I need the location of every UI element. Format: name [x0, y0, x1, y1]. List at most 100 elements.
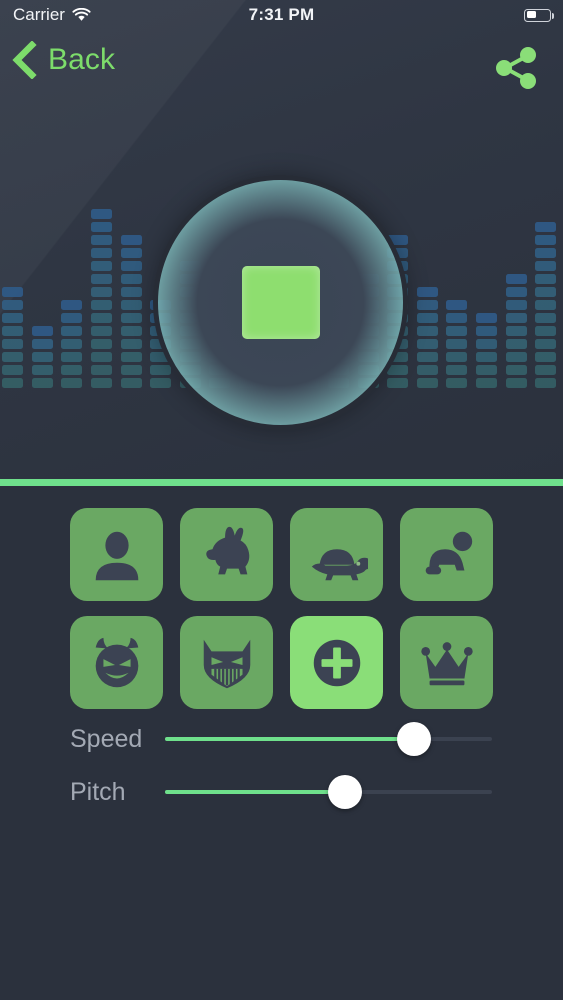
- equalizer-segment: [535, 339, 557, 349]
- equalizer-segment: [446, 313, 468, 323]
- equalizer-segment: [416, 365, 438, 375]
- equalizer-segment: [120, 235, 142, 245]
- equalizer-segment: [120, 352, 142, 362]
- equalizer-segment: [535, 326, 557, 336]
- effect-tile-baby[interactable]: [400, 508, 493, 601]
- slider-track-pitch[interactable]: [165, 775, 492, 809]
- equalizer-segment: [90, 378, 112, 388]
- equalizer-segment: [535, 248, 557, 258]
- equalizer-segment: [61, 339, 83, 349]
- equalizer-segment: [31, 339, 53, 349]
- equalizer-segment: [31, 378, 53, 388]
- equalizer-segment: [61, 313, 83, 323]
- chevron-left-icon: [12, 41, 37, 79]
- equalizer-segment: [2, 352, 23, 362]
- slider-label: Pitch: [70, 778, 126, 806]
- equalizer-segment: [61, 378, 83, 388]
- equalizer-segment: [535, 352, 557, 362]
- crown-icon: [416, 632, 478, 694]
- equalizer-segment: [90, 339, 112, 349]
- equalizer-segment: [2, 326, 23, 336]
- status-right: [524, 8, 555, 22]
- equalizer-segment: [535, 274, 557, 284]
- equalizer-segment: [476, 352, 498, 362]
- navigation-bar: Back: [0, 30, 563, 92]
- equalizer-segment: [416, 313, 438, 323]
- equalizer-segment: [90, 222, 112, 232]
- equalizer-segment: [90, 313, 112, 323]
- app-screen: Carrier 7:31 PM Back Speed Pitch: [0, 0, 563, 1000]
- share-icon: [496, 47, 536, 89]
- equalizer-segment: [90, 326, 112, 336]
- effect-tile-monster[interactable]: [180, 616, 273, 709]
- equalizer-segment: [2, 300, 23, 310]
- sliders-group: Speed Pitch: [0, 722, 563, 830]
- equalizer-bar: [61, 300, 83, 388]
- equalizer-segment: [505, 365, 527, 375]
- equalizer-segment: [120, 248, 142, 258]
- slider-track-speed[interactable]: [165, 722, 492, 756]
- equalizer-segment: [535, 313, 557, 323]
- equalizer-segment: [505, 352, 527, 362]
- person-icon: [86, 524, 148, 586]
- clock-label: 7:31 PM: [248, 5, 315, 24]
- equalizer-segment: [535, 261, 557, 271]
- equalizer-segment: [2, 378, 23, 388]
- devil-face-icon: [86, 632, 148, 694]
- equalizer-segment: [61, 300, 83, 310]
- equalizer-segment: [505, 287, 527, 297]
- equalizer-segment: [535, 378, 557, 388]
- equalizer-segment: [476, 326, 498, 336]
- effect-tile-fast[interactable]: [180, 508, 273, 601]
- equalizer-segment: [120, 287, 142, 297]
- equalizer-segment: [446, 378, 468, 388]
- rabbit-icon: [196, 524, 258, 586]
- battery-icon: [524, 8, 555, 22]
- equalizer-segment: [120, 378, 142, 388]
- equalizer-segment: [416, 287, 438, 297]
- equalizer-segment: [2, 287, 23, 297]
- equalizer-segment: [416, 352, 438, 362]
- equalizer-segment: [535, 235, 557, 245]
- equalizer-bar: [446, 300, 468, 388]
- equalizer-segment: [90, 274, 112, 284]
- slider-thumb-pitch[interactable]: [327, 775, 362, 809]
- equalizer-segment: [505, 326, 527, 336]
- stop-square-icon: [241, 266, 320, 339]
- equalizer-segment: [2, 365, 23, 375]
- equalizer-bar: [2, 287, 23, 388]
- share-button[interactable]: [493, 46, 541, 90]
- effect-tile-devil[interactable]: [70, 616, 163, 709]
- status-bar: Carrier 7:31 PM: [0, 0, 563, 30]
- equalizer-bar: [505, 274, 527, 388]
- equalizer-segment: [535, 222, 557, 232]
- section-divider: [0, 479, 563, 486]
- equalizer-segment: [446, 365, 468, 375]
- equalizer-segment: [446, 326, 468, 336]
- voice-effects-grid: [70, 508, 494, 709]
- equalizer-segment: [90, 287, 112, 297]
- equalizer-segment: [446, 339, 468, 349]
- slider-thumb-speed[interactable]: [396, 722, 431, 756]
- effect-tile-slow[interactable]: [290, 508, 383, 601]
- equalizer-segment: [476, 365, 498, 375]
- equalizer-segment: [416, 378, 438, 388]
- effect-tile-custom[interactable]: [290, 616, 383, 709]
- equalizer-bar: [416, 287, 438, 388]
- back-button[interactable]: Back: [10, 41, 115, 79]
- effect-tile-premium[interactable]: [400, 616, 493, 709]
- stop-record-button[interactable]: [153, 175, 408, 430]
- effect-tile-normal[interactable]: [70, 508, 163, 601]
- equalizer-segment: [150, 365, 172, 375]
- equalizer-segment: [416, 326, 438, 336]
- equalizer-segment: [120, 365, 142, 375]
- equalizer-bar: [120, 235, 142, 388]
- baby-icon: [416, 524, 478, 586]
- equalizer-segment: [90, 209, 112, 219]
- equalizer-segment: [446, 352, 468, 362]
- equalizer-segment: [476, 313, 498, 323]
- equalizer-segment: [120, 326, 142, 336]
- equalizer-bar: [476, 313, 498, 388]
- equalizer-bar: [90, 209, 112, 388]
- equalizer-segment: [120, 313, 142, 323]
